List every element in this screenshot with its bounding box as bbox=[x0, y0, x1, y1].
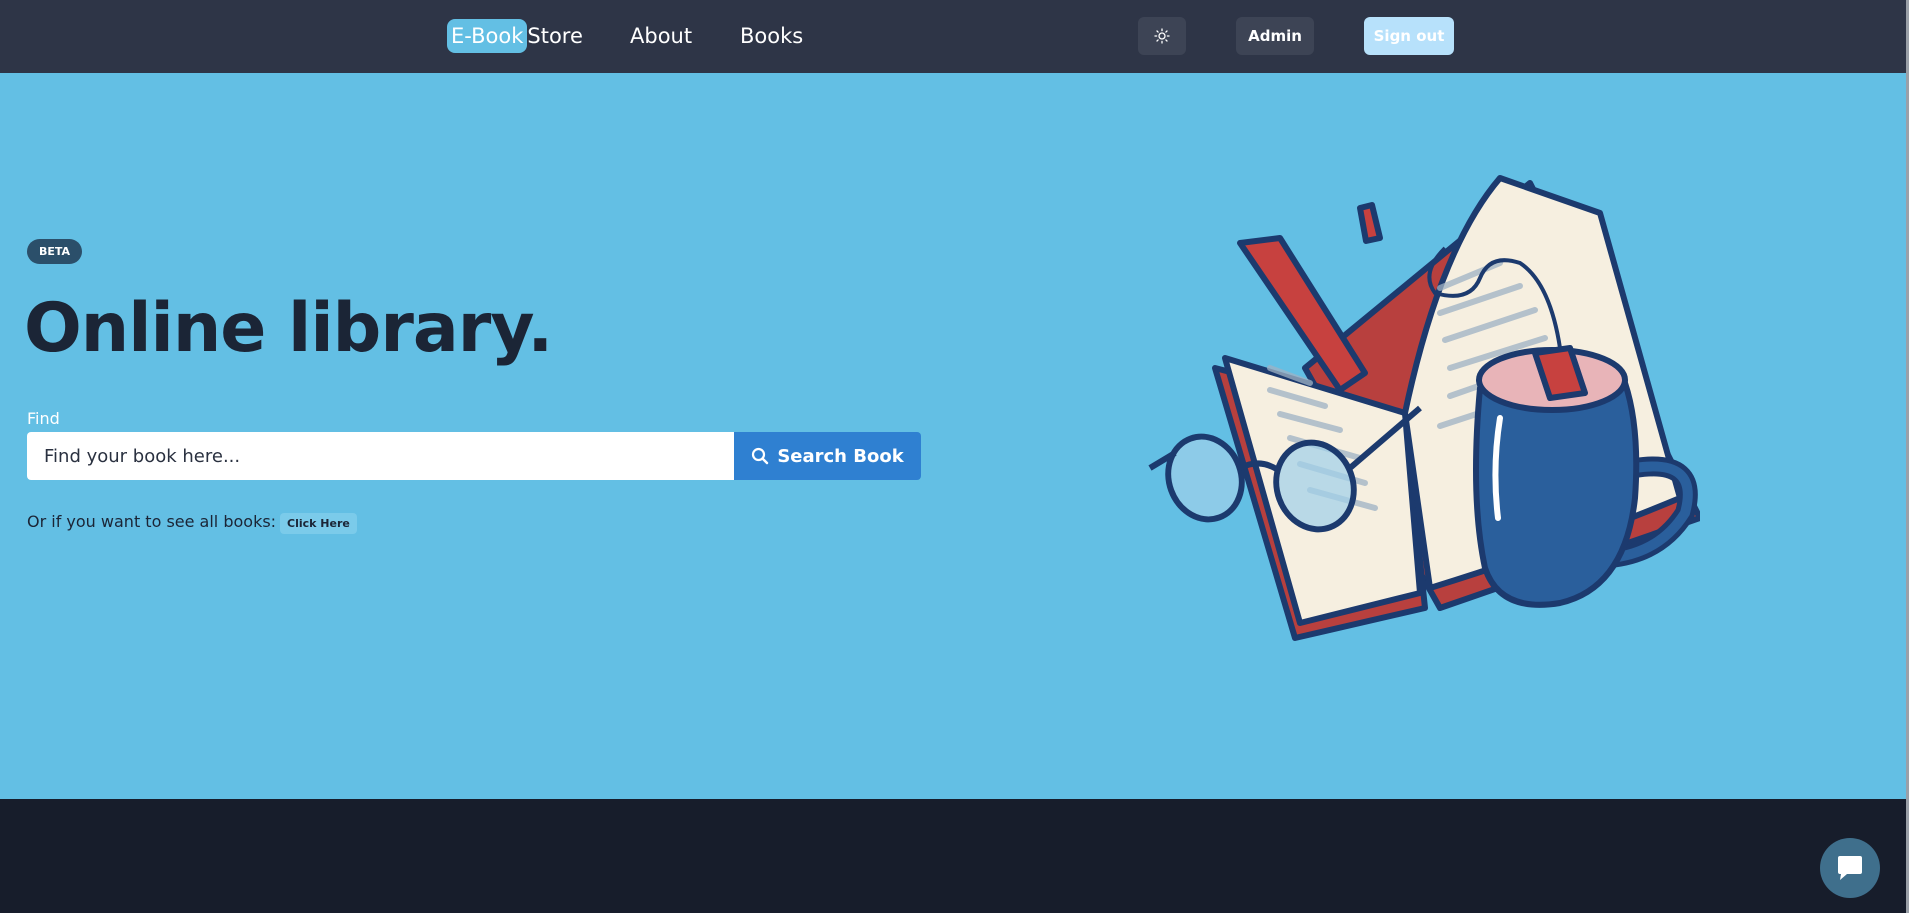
brand-rest: Store bbox=[527, 24, 583, 48]
search-book-label: Search Book bbox=[777, 445, 904, 467]
sign-out-button[interactable]: Sign out bbox=[1364, 17, 1454, 55]
search-book-button[interactable]: Search Book bbox=[734, 432, 921, 480]
beta-badge: BETA bbox=[27, 239, 83, 264]
click-here-button[interactable]: Click Here bbox=[280, 513, 357, 534]
page-title: Online library. bbox=[24, 289, 553, 368]
theme-toggle-button[interactable] bbox=[1138, 17, 1186, 55]
chat-bubble-icon bbox=[1838, 856, 1862, 880]
brand-highlight: E-Book bbox=[447, 19, 528, 53]
nav-link-about[interactable]: About bbox=[630, 22, 692, 50]
all-books-text: Or if you want to see all books: bbox=[27, 512, 277, 531]
find-label: Find bbox=[27, 409, 60, 428]
top-navbar: E-Book Store About Books Admin Sign out bbox=[0, 0, 1906, 73]
brand-logo[interactable]: E-Book Store bbox=[447, 19, 583, 53]
admin-button[interactable]: Admin bbox=[1236, 17, 1314, 55]
nav-link-books[interactable]: Books bbox=[740, 22, 803, 50]
chat-button[interactable] bbox=[1820, 838, 1880, 898]
search-icon bbox=[752, 447, 769, 465]
book-illustration bbox=[1148, 175, 1700, 641]
sun-icon bbox=[1154, 28, 1170, 44]
search-input[interactable] bbox=[27, 432, 734, 480]
